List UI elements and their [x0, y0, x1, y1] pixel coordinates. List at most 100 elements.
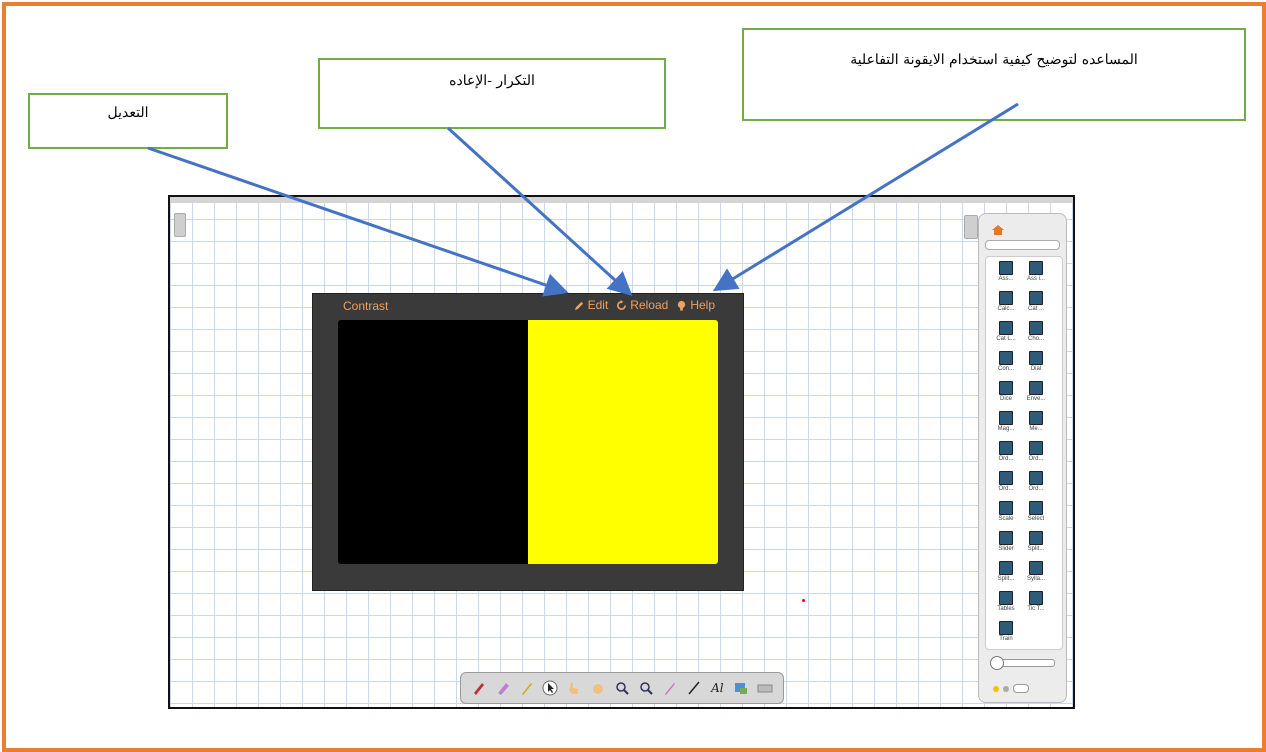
gallery-item-label: Select — [1027, 516, 1045, 522]
gallery-item[interactable]: Tables — [994, 591, 1018, 612]
gallery-item[interactable]: Ord... — [994, 441, 1018, 462]
callout-reload: التكرار -الإعاده — [318, 58, 666, 129]
gallery-item-label: Slider — [998, 546, 1014, 552]
gallery-item-icon — [1029, 591, 1043, 605]
pen-icon[interactable] — [471, 680, 487, 696]
gallery-item-icon — [999, 261, 1013, 275]
gallery-item[interactable]: Train — [994, 621, 1018, 642]
text-icon[interactable]: Al — [709, 680, 725, 696]
gallery-footer — [993, 684, 1029, 693]
gallery-item-label: Train — [999, 636, 1013, 642]
highlighter-icon[interactable] — [495, 680, 511, 696]
gallery-item-icon — [1029, 441, 1043, 455]
gallery-item[interactable]: Calc... — [994, 291, 1018, 312]
gallery-item-icon — [999, 351, 1013, 365]
gallery-item[interactable]: Cho... — [1024, 321, 1048, 342]
zoom-in-icon[interactable] — [614, 680, 630, 696]
gallery-item-icon — [999, 381, 1013, 395]
gallery-item-label: Dice — [999, 396, 1012, 402]
gallery-zoom-slider[interactable] — [990, 656, 1055, 670]
callout-edit: التعديل — [28, 93, 228, 149]
shape-icon[interactable] — [733, 680, 749, 696]
gallery-item[interactable]: Ass i... — [1024, 261, 1048, 282]
gallery-item-icon — [1029, 381, 1043, 395]
gallery-item-icon — [999, 591, 1013, 605]
home-icon[interactable] — [991, 224, 1005, 236]
help-label: Help — [690, 298, 715, 312]
gallery-item[interactable]: Ord... — [1024, 471, 1048, 492]
gallery-item-icon — [999, 621, 1013, 635]
gallery-item-label: Split... — [1027, 546, 1045, 552]
gallery-item[interactable]: Dial — [1024, 351, 1048, 372]
slider-thumb[interactable] — [990, 656, 1004, 670]
gallery-item[interactable]: Split... — [1024, 531, 1048, 552]
star-icon[interactable] — [993, 685, 999, 692]
whiteboard-screen[interactable]: Contrast Edit Reload Help Ass... Ass i...… — [168, 195, 1075, 709]
gallery-item[interactable]: Sylla... — [1024, 561, 1048, 582]
toggle-switch[interactable] — [1013, 684, 1029, 693]
gallery-item-icon — [1029, 351, 1043, 365]
gallery-item[interactable]: Cat L... — [994, 321, 1018, 342]
gallery-item-icon — [1029, 501, 1043, 515]
text-tool-label: Al — [711, 681, 724, 695]
gallery-item-label: Enve... — [1026, 396, 1046, 402]
contrast-yellow-panel[interactable] — [528, 320, 718, 564]
gallery-item[interactable]: Mag... — [994, 411, 1018, 432]
gallery-item[interactable]: Enve... — [1024, 381, 1048, 402]
creative-pen-icon[interactable] — [519, 680, 535, 696]
contrast-widget[interactable]: Contrast Edit Reload Help — [312, 293, 744, 591]
edit-button[interactable]: Edit — [574, 298, 609, 312]
zoom-out-icon[interactable] — [638, 680, 654, 696]
gallery-item[interactable]: Ord... — [994, 471, 1018, 492]
gallery-item[interactable]: Con... — [994, 351, 1018, 372]
left-panel-handle[interactable] — [174, 213, 186, 237]
gallery-item-label: Scale — [998, 516, 1014, 522]
line-icon[interactable] — [686, 680, 702, 696]
help-button[interactable]: Help — [676, 298, 715, 312]
table-icon[interactable] — [757, 680, 773, 696]
reload-button[interactable]: Reload — [616, 298, 668, 312]
gallery-item-label: Ord... — [998, 456, 1014, 462]
select-icon[interactable] — [542, 680, 558, 696]
hand-pointer-icon[interactable] — [566, 680, 582, 696]
widget-title: Contrast — [343, 299, 389, 313]
gallery-item-label: Ord... — [1028, 486, 1044, 492]
right-panel-handle[interactable] — [964, 215, 978, 239]
callout-edit-text: التعديل — [107, 105, 149, 121]
gallery-item-icon — [1029, 471, 1043, 485]
gallery-item-icon — [999, 531, 1013, 545]
red-dot-marker — [802, 599, 805, 602]
gallery-item-label: Mag... — [997, 426, 1015, 432]
contrast-black-panel[interactable] — [338, 320, 528, 564]
callout-help-text: المساعده لتوضيح كيفية استخدام الايقونة ا… — [850, 52, 1138, 68]
gallery-item[interactable]: Split... — [994, 561, 1018, 582]
gallery-header — [983, 218, 1062, 252]
gallery-item-label: Tic T... — [1027, 606, 1045, 612]
gallery-item-icon — [1029, 411, 1043, 425]
gallery-item[interactable]: Scale — [994, 501, 1018, 522]
gallery-top-scrollbar[interactable] — [985, 240, 1060, 250]
settings-icon[interactable] — [1003, 685, 1009, 692]
gallery-item[interactable]: Cat ... — [1024, 291, 1048, 312]
edit-label: Edit — [587, 298, 609, 312]
pan-icon[interactable] — [590, 680, 606, 696]
gallery-item[interactable]: Ord... — [1024, 441, 1048, 462]
gallery-item[interactable]: Me... — [1024, 411, 1048, 432]
callout-reload-text: التكرار -الإعاده — [449, 73, 535, 89]
gallery-item[interactable]: Dice — [994, 381, 1018, 402]
gallery-item-label: Ord... — [1028, 456, 1044, 462]
reload-label: Reload — [630, 298, 669, 312]
bottom-toolbar: Al — [460, 672, 784, 704]
gallery-item[interactable]: Select — [1024, 501, 1048, 522]
gallery-item-icon — [999, 321, 1013, 335]
lightbulb-icon — [678, 300, 686, 311]
gallery-item-label: Calc... — [997, 306, 1015, 312]
magic-pen-icon[interactable] — [662, 680, 678, 696]
screen-top-bar — [170, 197, 1073, 203]
gallery-item[interactable]: Tic T... — [1024, 591, 1048, 612]
gallery-item[interactable]: Slider — [994, 531, 1018, 552]
gallery-item-icon — [999, 501, 1013, 515]
gallery-item-icon — [999, 471, 1013, 485]
gallery-item[interactable]: Ass... — [994, 261, 1018, 282]
callout-help: المساعده لتوضيح كيفية استخدام الايقونة ا… — [742, 28, 1246, 121]
